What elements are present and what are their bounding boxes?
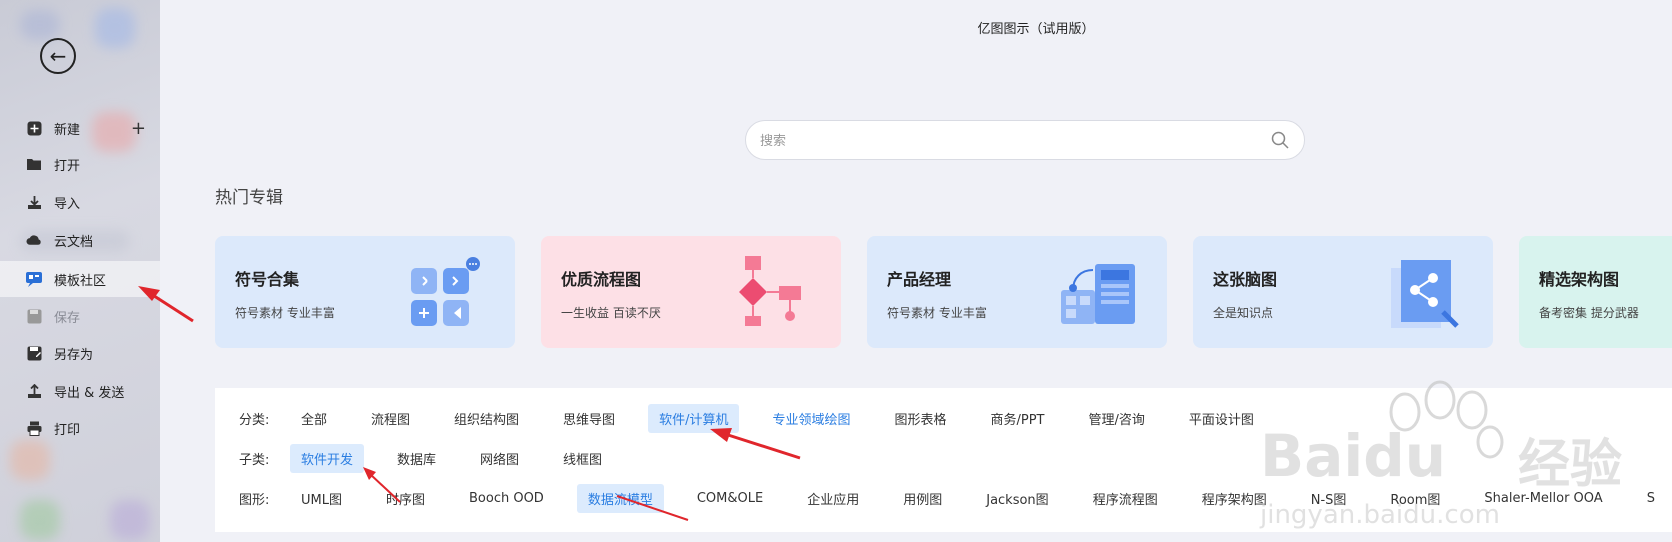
album-card[interactable]: 精选架构图 备考密集 提分武器 (1519, 236, 1672, 348)
sidebar-item-label: 打印 (54, 422, 81, 438)
filter-chip[interactable]: 组织结构图 (443, 404, 530, 433)
filter-chip[interactable]: 全部 (290, 404, 338, 433)
blurred-background (20, 500, 60, 540)
shape-filter-row: 图形: UML图 时序图 Booch OOD 数据流模型 COM&OLE 企业应… (215, 484, 1672, 513)
filter-chip[interactable]: S (1636, 486, 1666, 511)
sidebar-item-save[interactable]: 保存 (0, 298, 160, 334)
template-community-icon (26, 271, 42, 287)
cloud-icon (26, 232, 42, 248)
category-filter-row: 分类: 全部 流程图 组织结构图 思维导图 软件/计算机 专业领域绘图 图形表格… (215, 404, 1287, 433)
save-icon (26, 308, 42, 324)
filter-chip[interactable]: 管理/咨询 (1077, 404, 1155, 433)
filter-chip[interactable]: UML图 (290, 484, 353, 513)
filter-panel: 分类: 全部 流程图 组织结构图 思维导图 软件/计算机 专业领域绘图 图形表格… (215, 388, 1672, 532)
symbols-illustration-icon (403, 254, 493, 334)
filter-chip[interactable]: 数据库 (386, 444, 447, 473)
sidebar-item-template-community[interactable]: 模板社区 (0, 261, 160, 297)
filter-chip[interactable]: Shaler-Mellor OOA (1473, 486, 1613, 511)
card-subtitle: 备考密集 提分武器 (1539, 306, 1639, 320)
sidebar-item-label: 导入 (54, 196, 81, 212)
filter-chip[interactable]: 专业领域绘图 (761, 404, 861, 433)
filter-chip-selected[interactable]: 数据流模型 (576, 484, 664, 513)
blurred-background (20, 10, 60, 40)
plus-square-icon (26, 120, 42, 136)
section-title: 热门专辑 (215, 188, 283, 208)
subcategory-filter-row: 子类: 软件开发 数据库 网络图 线框图 (215, 444, 635, 473)
sidebar-item-label: 打开 (54, 158, 81, 174)
filter-chip[interactable]: COM&OLE (686, 486, 774, 511)
filter-chip-selected[interactable]: 软件开发 (290, 444, 365, 473)
filter-chip-selected[interactable]: 软件/计算机 (648, 404, 740, 433)
filter-chip[interactable]: 平面设计图 (1178, 404, 1265, 433)
filter-chip[interactable]: Jackson图 (975, 484, 1059, 513)
filter-chip[interactable]: 程序架构图 (1191, 484, 1278, 513)
sidebar: ← 新建 + 打开 导入 云文档 模板社区 保存 另存为 导出 & 发送 打印 (0, 0, 160, 542)
sidebar-item-label: 模板社区 (54, 273, 107, 289)
sidebar-item-label: 另存为 (54, 347, 94, 363)
card-title: 精选架构图 (1539, 270, 1620, 289)
sidebar-item-print[interactable]: 打印 (0, 410, 160, 446)
app-title-text: 亿图图示（试用版） (977, 22, 1095, 37)
filter-chip[interactable]: 流程图 (360, 404, 421, 433)
blurred-background (95, 8, 135, 48)
sidebar-item-new[interactable]: 新建 + (0, 110, 160, 146)
search-input[interactable] (760, 132, 1270, 148)
filter-chip[interactable]: 企业应用 (796, 484, 870, 513)
album-card[interactable]: 符号合集 符号素材 专业丰富 (215, 236, 515, 348)
sidebar-item-label: 保存 (54, 310, 81, 326)
app-title: 亿图图示（试用版） (160, 18, 1672, 37)
sidebar-item-export-send[interactable]: 导出 & 发送 (0, 373, 160, 409)
flowchart-illustration-icon (729, 254, 819, 334)
arrow-left-icon: ← (49, 44, 67, 68)
blurred-background (10, 440, 50, 480)
print-icon (26, 420, 42, 436)
filter-chip[interactable]: 商务/PPT (979, 404, 1055, 433)
filter-chip[interactable]: 思维导图 (552, 404, 626, 433)
sidebar-item-label: 导出 & 发送 (54, 385, 125, 401)
filter-chip[interactable]: Booch OOD (458, 486, 555, 511)
plus-icon[interactable]: + (131, 118, 146, 139)
sidebar-item-save-as[interactable]: 另存为 (0, 335, 160, 371)
sidebar-item-import[interactable]: 导入 (0, 184, 160, 220)
album-card[interactable]: 优质流程图 一生收益 百读不厌 (541, 236, 841, 348)
filter-chip[interactable]: 网络图 (469, 444, 530, 473)
filter-chip[interactable]: 用例图 (892, 484, 953, 513)
sidebar-item-open[interactable]: 打开 (0, 146, 160, 182)
filter-chip[interactable]: 图形表格 (883, 404, 957, 433)
filter-label: 分类: (239, 413, 270, 428)
folder-icon (26, 156, 42, 172)
filter-chip[interactable]: 时序图 (375, 484, 436, 513)
blurred-background (110, 500, 150, 540)
filter-chip[interactable]: 线框图 (552, 444, 613, 473)
album-card[interactable]: 产品经理 符号素材 专业丰富 (867, 236, 1167, 348)
sidebar-item-cloud[interactable]: 云文档 (0, 222, 160, 258)
filter-label: 子类: (239, 453, 270, 468)
filter-chip[interactable]: Room图 (1379, 484, 1451, 513)
mindmap-illustration-icon (1381, 254, 1471, 334)
back-button[interactable]: ← (40, 38, 76, 74)
filter-label: 图形: (239, 493, 270, 508)
filter-chip[interactable]: N-S图 (1300, 484, 1358, 513)
search-bar[interactable] (745, 120, 1305, 160)
album-card[interactable]: 这张脑图 全是知识点 (1193, 236, 1493, 348)
sidebar-item-label: 云文档 (54, 234, 94, 250)
filter-chip[interactable]: 程序流程图 (1082, 484, 1169, 513)
product-manager-illustration-icon (1055, 254, 1145, 334)
save-as-icon (26, 345, 42, 361)
sidebar-item-label: 新建 (54, 122, 81, 138)
export-icon (26, 383, 42, 399)
search-icon[interactable] (1270, 130, 1290, 150)
import-icon (26, 194, 42, 210)
